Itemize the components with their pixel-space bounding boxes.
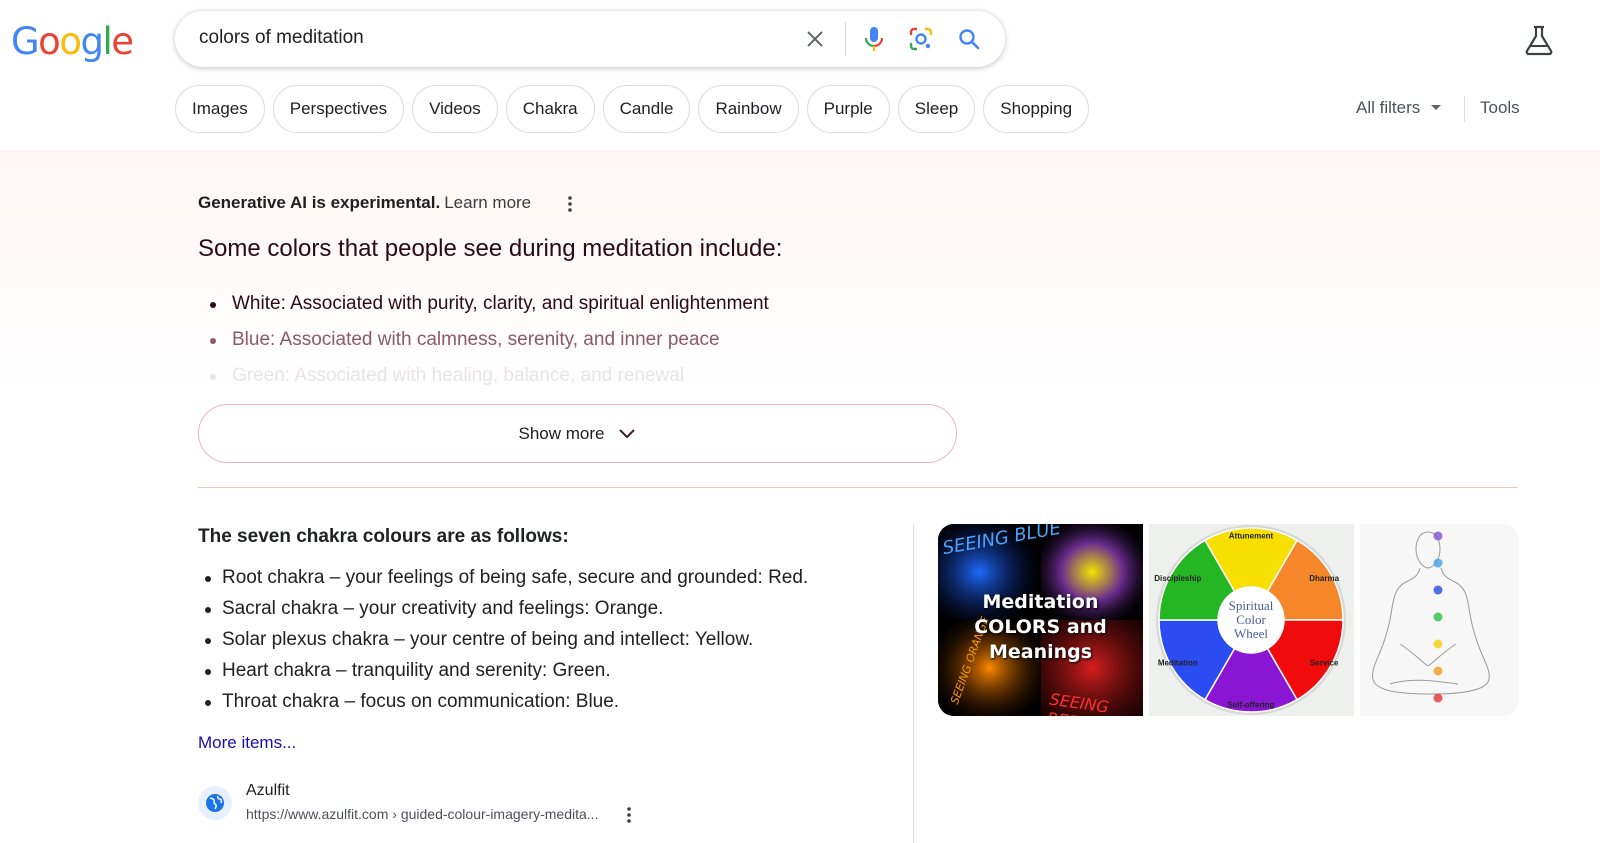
source-site-name[interactable]: Azulfit [246, 782, 290, 800]
wheel-segment-label: Attunement [1229, 532, 1274, 541]
show-more-label: Show more [518, 423, 605, 443]
ai-list-item: White: Associated with purity, clarity, … [198, 290, 769, 326]
more-options-icon[interactable] [560, 193, 580, 215]
wheel-segment-label: Service [1310, 658, 1339, 667]
ai-notice-text: Generative AI is experimental. [198, 193, 441, 212]
image-title: Meditation COLORS and Meanings [938, 590, 1143, 665]
ai-overview-list: White: Associated with purity, clarity, … [198, 290, 769, 398]
chip-perspectives[interactable]: Perspectives [272, 85, 405, 133]
logo-letter: g [80, 20, 104, 63]
chakra-dot [1433, 639, 1443, 649]
google-logo[interactable]: Google [11, 20, 134, 63]
image-meditation-colors[interactable]: SEEING BLUE SEEING ORANGE SEEING RED Med… [938, 524, 1143, 716]
image-title-line: COLORS and [974, 616, 1107, 638]
ai-list-item: Green: Associated with healing, balance,… [198, 362, 769, 398]
list-item: Solar plexus chakra – your centre of bei… [198, 626, 808, 657]
image-results: SEEING BLUE SEEING ORANGE SEEING RED Med… [938, 524, 1519, 716]
featured-snippet-title: The seven chakra colours are as follows: [198, 526, 569, 547]
ai-experimental-notice: Generative AI is experimental. Learn more [198, 193, 531, 213]
learn-more-link[interactable]: Learn more [444, 193, 531, 212]
chakra-figure-graphic [1372, 531, 1490, 703]
wheel-segment-label: Meditation [1158, 658, 1198, 667]
wheel-center-label: Spiritual [1229, 598, 1274, 613]
chip-images[interactable]: Images [175, 85, 265, 133]
search-divider [845, 22, 846, 56]
search-box[interactable]: colors of meditation [175, 11, 1005, 67]
more-items-link[interactable]: More items... [198, 733, 296, 753]
flask-icon[interactable] [1523, 24, 1555, 56]
show-more-button[interactable]: Show more [198, 404, 957, 463]
wheel-segment-label: Dharma [1309, 574, 1339, 583]
featured-snippet-list: Root chakra – your feelings of being saf… [198, 564, 808, 719]
caret-down-icon [1431, 105, 1442, 110]
filter-chips: Images Perspectives Videos Chakra Candle Rain… [175, 85, 1090, 133]
search-query[interactable]: colors of meditation [199, 27, 364, 49]
google-lens-icon[interactable] [907, 25, 935, 53]
chip-chakra[interactable]: Chakra [505, 85, 595, 133]
list-item: Root chakra – your feelings of being saf… [198, 564, 808, 595]
chakra-dot [1433, 531, 1443, 541]
list-item: Sacral chakra – your creativity and feel… [198, 595, 808, 626]
microphone-icon[interactable] [860, 25, 888, 53]
chip-rainbow[interactable]: Rainbow [698, 85, 799, 133]
list-item: Throat chakra – focus on communication: … [198, 688, 808, 719]
chakra-dot [1433, 693, 1443, 703]
color-wheel-graphic: Attunement Dharma Service Self-offering Medi… [1154, 525, 1346, 715]
wheel-segment-label: Discipleship [1154, 574, 1201, 583]
logo-letter: o [59, 20, 82, 63]
wheel-center-label: Wheel [1234, 626, 1268, 641]
logo-letter: o [38, 20, 61, 63]
column-divider [913, 524, 914, 843]
chevron-down-icon [619, 428, 636, 438]
chip-sleep[interactable]: Sleep [897, 85, 976, 133]
logo-letter: l [102, 20, 112, 63]
chip-videos[interactable]: Videos [412, 85, 498, 133]
globe-icon[interactable] [198, 786, 232, 820]
image-chakra-figure[interactable] [1360, 524, 1519, 716]
more-options-icon[interactable] [620, 804, 638, 826]
chip-candle[interactable]: Candle [602, 85, 691, 133]
ai-overview-divider [198, 487, 1518, 488]
all-filters-label: All filters [1356, 98, 1421, 117]
logo-letter: G [11, 20, 40, 63]
source-url[interactable]: https://www.azulfit.com › guided-colour-… [246, 806, 598, 822]
image-spiritual-color-wheel[interactable]: Attunement Dharma Service Self-offering Medi… [1149, 524, 1354, 716]
chip-shopping[interactable]: Shopping [983, 85, 1090, 133]
close-icon[interactable] [801, 25, 829, 53]
tools-divider [1464, 96, 1465, 122]
chakra-dot [1433, 666, 1443, 676]
ai-overview-headline: Some colors that people see during medit… [198, 235, 783, 262]
search-icon[interactable] [955, 25, 983, 53]
all-filters-button[interactable]: All filters [1356, 98, 1442, 118]
logo-letter: e [111, 20, 134, 63]
tools-button[interactable]: Tools [1480, 98, 1520, 118]
wheel-center-label: Color [1236, 612, 1266, 627]
list-item: Heart chakra – tranquility and serenity:… [198, 657, 808, 688]
chakra-dot [1433, 558, 1443, 568]
chip-purple[interactable]: Purple [806, 85, 890, 133]
ai-list-item: Blue: Associated with calmness, serenity… [198, 326, 769, 362]
wheel-segment-label: Self-offering [1227, 701, 1274, 710]
chakra-dot [1433, 612, 1443, 622]
image-title-line: Meanings [988, 641, 1093, 663]
image-title-line: Meditation [982, 591, 1099, 613]
chakra-dot [1433, 585, 1443, 595]
